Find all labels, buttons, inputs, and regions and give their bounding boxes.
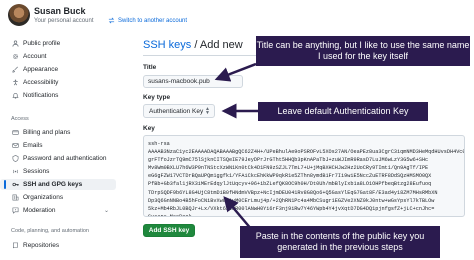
sidebar-item-label: Account: [23, 53, 47, 60]
key-type-callout: Leave default Authentication Key: [258, 102, 428, 121]
avatar[interactable]: [8, 4, 30, 26]
page-title: SSH keys / Add new: [143, 39, 243, 51]
sidebar-item-label: Appearance: [23, 66, 59, 73]
breadcrumb-separator: /: [191, 39, 200, 51]
sidebar-item-moderation[interactable]: Moderation ⌄: [0, 205, 116, 216]
mail-icon: [11, 142, 19, 150]
sidebar-item-ssh-gpg-keys[interactable]: SSH and GPG keys: [0, 179, 116, 190]
key-callout: Paste in the contents of the public key …: [240, 226, 440, 258]
repo-icon: [11, 242, 19, 250]
user-name: Susan Buck: [34, 6, 86, 16]
sidebar-item-label: Billing and plans: [23, 129, 71, 136]
key-textarea[interactable]: ssh-rsa AAAAB3NzaC1yc2EAAAADAQABAAABgQC6…: [143, 135, 465, 217]
breadcrumb-ssh-keys-link[interactable]: SSH keys: [143, 39, 191, 51]
key-type-label: Key type: [143, 94, 171, 101]
sidebar-item-label: Public profile: [23, 40, 61, 47]
key-label: Key: [143, 125, 155, 132]
section-label-code: Code, planning, and automation: [11, 228, 89, 234]
accessibility-icon: [11, 79, 19, 87]
sidebar-item-accessibility[interactable]: Accessibility: [0, 77, 116, 88]
bell-icon: [11, 92, 19, 100]
sidebar-item-label: Organizations: [23, 194, 64, 201]
key-type-value: Authentication Key: [149, 107, 204, 115]
sidebar-item-label: Moderation: [23, 207, 56, 214]
broadcast-icon: [11, 168, 19, 176]
sidebar-item-billing[interactable]: Billing and plans: [0, 127, 116, 138]
switch-arrows-icon: [108, 17, 115, 24]
title-label: Title: [143, 64, 157, 71]
switch-account-label: Switch to another account: [118, 17, 188, 24]
key-icon: [11, 181, 19, 189]
settings-sidebar: Public profile Account Appearance Access…: [0, 36, 118, 260]
report-icon: [11, 207, 19, 215]
sidebar-item-appearance[interactable]: Appearance: [0, 64, 116, 75]
person-icon: [11, 40, 19, 48]
key-type-select[interactable]: Authentication Key ▲ ▼: [143, 104, 215, 118]
title-input[interactable]: [143, 75, 243, 88]
credit-card-icon: [11, 129, 19, 137]
paintbrush-icon: [11, 66, 19, 74]
sidebar-item-label: SSH and GPG keys: [23, 181, 83, 188]
sidebar-item-label: Notifications: [23, 92, 59, 99]
add-ssh-key-button[interactable]: Add SSH key: [143, 224, 195, 237]
gear-icon: [11, 53, 19, 61]
section-label-access: Access: [11, 116, 29, 122]
breadcrumb-current: Add new: [199, 39, 243, 51]
chevron-down-icon[interactable]: ⌄: [104, 207, 109, 214]
shield-lock-icon: [11, 155, 19, 163]
sidebar-item-label: Accessibility: [23, 79, 59, 86]
sidebar-item-label: Sessions: [23, 168, 50, 175]
sidebar-item-label: Password and authentication: [23, 155, 107, 162]
sidebar-item-label: Repositories: [23, 242, 60, 249]
sidebar-item-public-profile[interactable]: Public profile: [0, 38, 116, 49]
sidebar-item-account[interactable]: Account: [0, 51, 116, 62]
select-caret-icon: ▲ ▼: [205, 106, 210, 116]
title-callout: Title can be anything, but I like to use…: [256, 36, 470, 66]
account-header: Susan Buck Your personal account Switch …: [0, 0, 474, 30]
sidebar-item-password[interactable]: Password and authentication: [0, 153, 116, 164]
sidebar-item-sessions[interactable]: Sessions: [0, 166, 116, 177]
account-type: Your personal account: [34, 18, 94, 24]
organization-icon: [11, 194, 19, 202]
sidebar-item-notifications[interactable]: Notifications: [0, 90, 116, 101]
sidebar-item-organizations[interactable]: Organizations: [0, 192, 116, 203]
sidebar-item-emails[interactable]: Emails: [0, 140, 116, 151]
sidebar-item-repositories[interactable]: Repositories: [0, 240, 116, 251]
sidebar-item-label: Emails: [23, 142, 43, 149]
switch-account-link[interactable]: Switch to another account: [108, 17, 187, 24]
